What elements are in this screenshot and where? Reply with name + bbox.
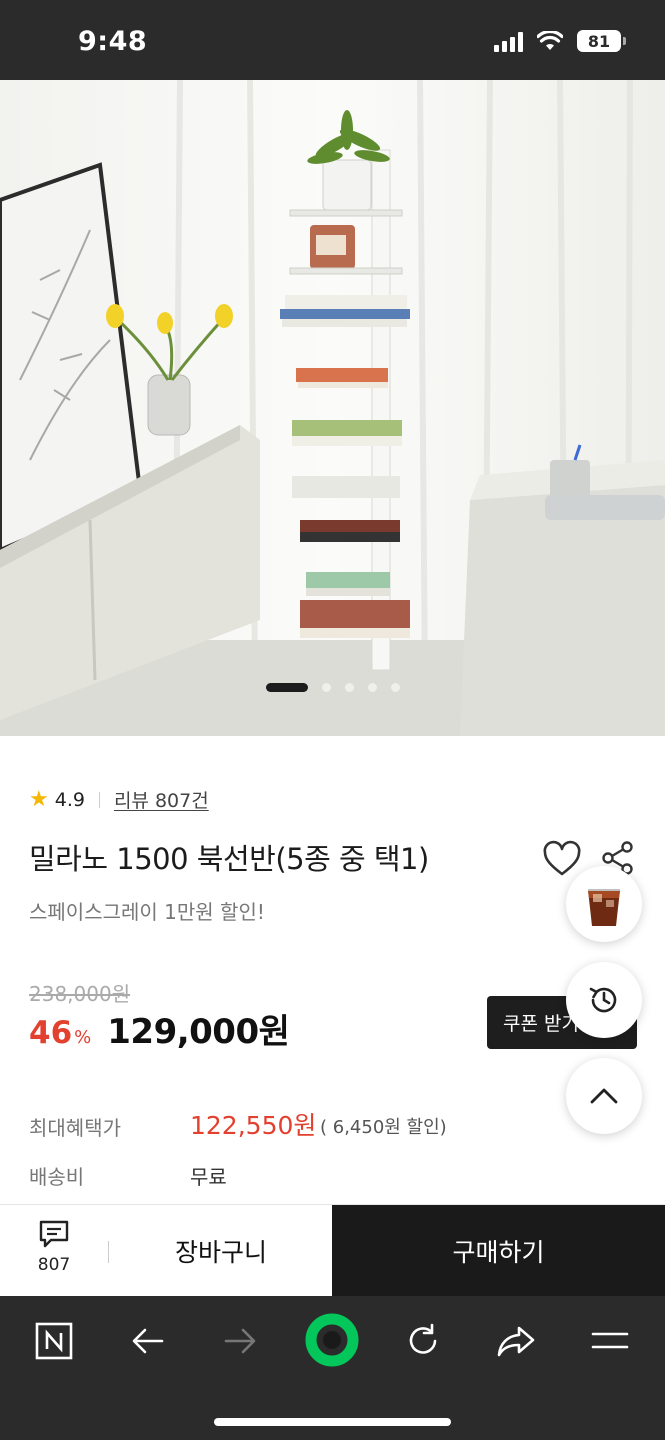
back-icon	[132, 1328, 164, 1354]
history-icon	[589, 987, 617, 1013]
refresh-button[interactable]	[398, 1316, 448, 1366]
heart-icon[interactable]	[542, 840, 582, 880]
recent-product-button[interactable]	[566, 866, 642, 942]
forward-icon	[224, 1328, 256, 1354]
status-bar: 9:48 81	[0, 0, 665, 80]
discount-rate: 46	[29, 1015, 73, 1051]
refresh-icon	[409, 1323, 437, 1354]
green-dot-button[interactable]	[304, 1312, 360, 1368]
original-price: 238,000원	[29, 982, 131, 1006]
share-arrow-icon	[497, 1326, 535, 1357]
cellular-signal-icon	[494, 30, 523, 52]
arrow-up-icon	[590, 1088, 618, 1104]
max-benefit-price: 122,550원	[190, 1111, 317, 1140]
discount-unit: %	[74, 1027, 92, 1048]
shipping-label: 배송비	[29, 1165, 85, 1189]
max-benefit-label: 최대혜택가	[29, 1116, 121, 1140]
add-to-cart-button[interactable]: 장바구니	[110, 1205, 332, 1297]
carousel-dot[interactable]	[367, 683, 377, 692]
product-promo-text: 스페이스그레이 1만원 할인!	[29, 900, 265, 924]
carousel-dot-active[interactable]	[265, 683, 308, 692]
shipping-value: 무료	[190, 1165, 227, 1189]
product-title: 밀라노 1500 북선반(5종 중 택1)	[29, 842, 429, 876]
status-time: 9:48	[78, 26, 148, 57]
iced-coffee-thumbnail	[588, 889, 620, 926]
share-page-button[interactable]	[491, 1316, 541, 1366]
forward-button[interactable]	[215, 1316, 265, 1366]
max-benefit-discount: ( 6,450원 할인)	[320, 1117, 447, 1138]
naver-home-button[interactable]	[29, 1316, 79, 1366]
menu-button[interactable]	[585, 1316, 635, 1366]
carousel-dot[interactable]	[390, 683, 400, 692]
status-indicators: 81	[494, 30, 626, 52]
carousel-dot[interactable]	[321, 683, 331, 692]
carousel-dot[interactable]	[344, 683, 354, 692]
buy-now-button[interactable]: 구매하기	[332, 1205, 665, 1297]
product-image-carousel[interactable]	[0, 80, 665, 736]
rating-score: 4.9	[54, 788, 85, 811]
recently-viewed-button[interactable]	[566, 962, 642, 1038]
divider	[98, 791, 100, 808]
reviews-link[interactable]: 리뷰 807건	[114, 786, 209, 813]
rating-row: ★ 4.9 리뷰 807건	[29, 786, 209, 813]
star-icon: ★	[29, 787, 49, 812]
review-chat-icon	[39, 1220, 69, 1248]
purchase-action-bar: 807 장바구니 구매하기	[0, 1204, 665, 1297]
browser-toolbar	[0, 1296, 665, 1440]
price-row: 46 % 129,000원	[29, 1004, 290, 1053]
back-button[interactable]	[123, 1316, 173, 1366]
review-count-button[interactable]: 807	[22, 1219, 86, 1285]
menu-icon	[591, 1332, 629, 1349]
review-count: 807	[37, 1255, 71, 1275]
naver-n-icon	[35, 1322, 73, 1360]
home-indicator	[214, 1418, 451, 1426]
scroll-top-button[interactable]	[566, 1058, 642, 1134]
green-dot-icon	[305, 1313, 359, 1367]
wifi-icon	[537, 31, 563, 50]
product-photo	[0, 80, 665, 736]
battery-indicator: 81	[577, 30, 626, 52]
sale-price: 129,000원	[107, 1012, 290, 1052]
divider	[108, 1241, 109, 1263]
carousel-pagination	[0, 683, 665, 692]
